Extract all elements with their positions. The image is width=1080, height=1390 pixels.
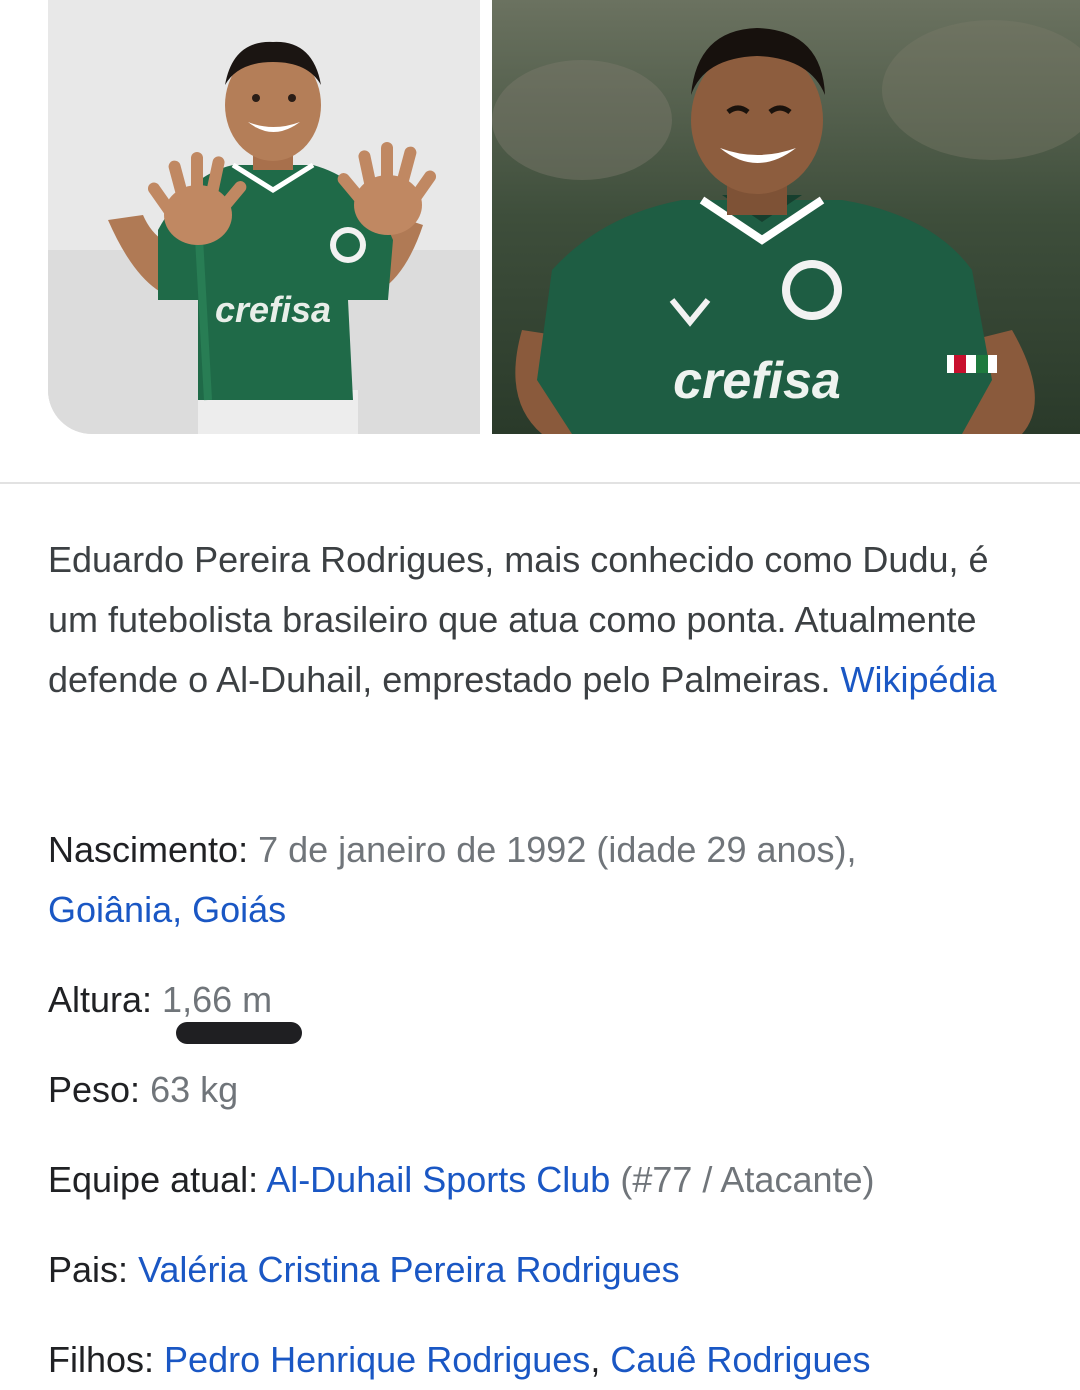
fact-peso-value: 63 kg — [140, 1069, 239, 1110]
wikipedia-link[interactable]: Wikipédia — [840, 659, 996, 700]
fact-altura: Altura: 1,66 m — [48, 970, 1048, 1030]
fact-filhos-label: Filhos: — [48, 1339, 155, 1380]
player-photo-2[interactable]: crefisa — [492, 0, 1080, 434]
fact-peso: Peso: 63 kg — [48, 1060, 1048, 1120]
fact-equipe: Equipe atual: Al-Duhail Sports Club (#77… — [48, 1150, 1048, 1210]
fact-nascimento-value: 7 de janeiro de 1992 (idade 29 anos), — [248, 829, 857, 870]
children-separator: , — [590, 1339, 611, 1380]
parent-link[interactable]: Valéria Cristina Pereira Rodrigues — [138, 1249, 680, 1290]
fact-equipe-suffix: (#77 / Atacante) — [610, 1159, 875, 1200]
jersey-sponsor-text: crefisa — [673, 352, 841, 410]
redaction-mark — [176, 1022, 302, 1044]
child-link-2[interactable]: Cauê Rodrigues — [610, 1339, 870, 1380]
player-photo-2-illustration: crefisa — [492, 0, 1080, 434]
fact-peso-label: Peso: — [48, 1069, 141, 1110]
player-photo-1[interactable]: crefisa — [48, 0, 480, 434]
fact-nascimento: Nascimento: 7 de janeiro de 1992 (idade … — [48, 820, 1048, 940]
fact-altura-label: Altura: — [48, 979, 153, 1020]
fact-filhos: Filhos: Pedro Henrique Rodrigues, Cauê R… — [48, 1330, 1048, 1390]
fact-equipe-label: Equipe atual: — [48, 1159, 259, 1200]
image-carousel: crefisa crefisa — [48, 0, 1080, 434]
fact-nascimento-label: Nascimento: — [48, 829, 249, 870]
player-photo-1-illustration: crefisa — [48, 0, 480, 434]
birthplace-link[interactable]: Goiânia, Goiás — [48, 889, 286, 930]
fact-pais-label: Pais: — [48, 1249, 129, 1290]
fact-pais: Pais: Valéria Cristina Pereira Rodrigues — [48, 1240, 1048, 1300]
child-link-1[interactable]: Pedro Henrique Rodrigues — [164, 1339, 590, 1380]
team-link[interactable]: Al-Duhail Sports Club — [266, 1159, 610, 1200]
player-description: Eduardo Pereira Rodrigues, mais conhecid… — [48, 530, 1038, 710]
section-divider — [0, 482, 1080, 484]
jersey-sponsor-text: crefisa — [215, 289, 331, 330]
fact-altura-value: 1,66 m — [152, 979, 273, 1020]
